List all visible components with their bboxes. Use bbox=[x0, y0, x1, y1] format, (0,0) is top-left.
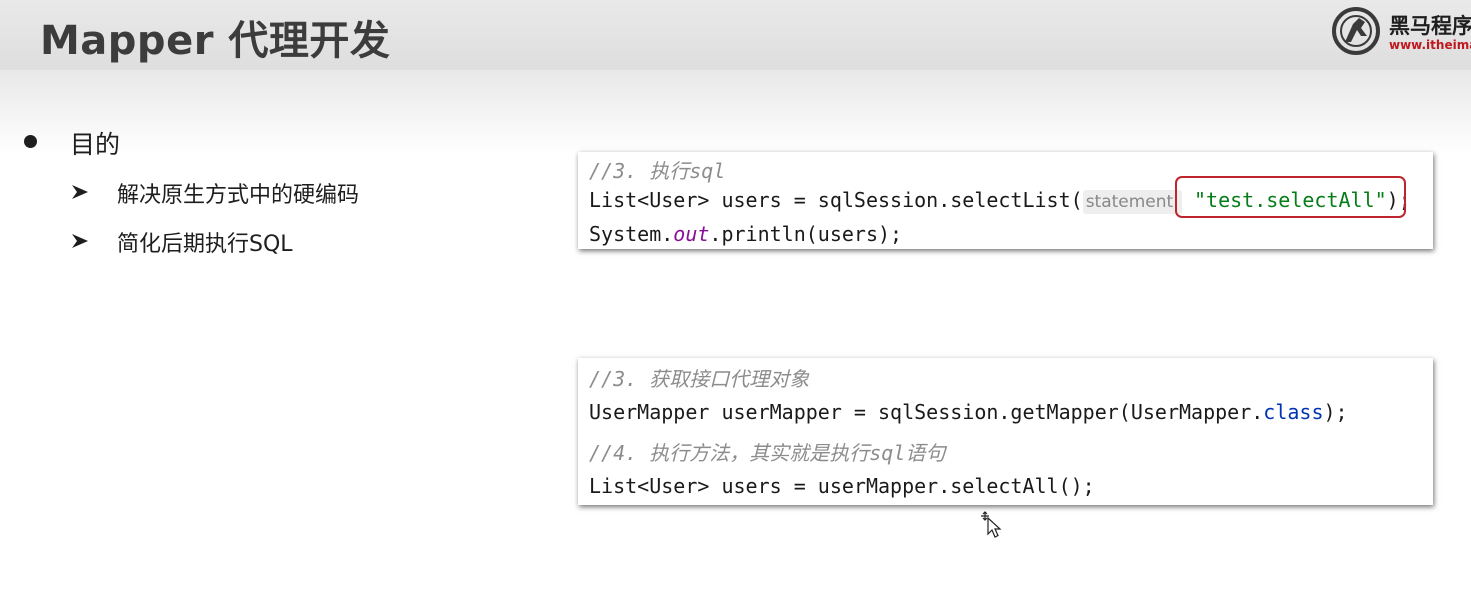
logo-name: 黑马程序 bbox=[1389, 14, 1471, 38]
bullet-dot-icon bbox=[24, 135, 37, 148]
header-fade bbox=[0, 70, 1471, 155]
code-block-sqlsession: //3. 执行sql List<User> users = sqlSession… bbox=[578, 152, 1433, 249]
code-line-getmapper: UserMapper userMapper = sqlSession.getMa… bbox=[589, 400, 1348, 424]
move-cursor-icon bbox=[981, 511, 1002, 538]
code-text: ); bbox=[1323, 400, 1348, 424]
itheima-logo: 黑马程序 www.itheima.c bbox=[1331, 4, 1471, 58]
horse-logo-icon bbox=[1332, 7, 1380, 55]
parameter-hint: statement: bbox=[1082, 190, 1182, 214]
highlight-box bbox=[1175, 176, 1406, 218]
code-comment: //4. 执行方法，其实就是执行sql语句 bbox=[589, 441, 946, 465]
logo-url: www.itheima.c bbox=[1389, 38, 1471, 52]
bullet-heading: 目的 bbox=[70, 130, 121, 159]
code-field: out bbox=[673, 222, 710, 246]
code-line-println: System.out.println(users); bbox=[589, 222, 902, 246]
code-text: .println(users); bbox=[709, 222, 903, 246]
arrow-bullet-icon bbox=[72, 234, 88, 248]
code-line-selectall: List<User> users = userMapper.selectAll(… bbox=[589, 474, 1095, 498]
sub-item-simplify: 简化后期执行SQL bbox=[117, 232, 293, 257]
code-text: System. bbox=[589, 222, 674, 246]
code-comment: //3. 获取接口代理对象 bbox=[589, 367, 810, 391]
page-title: Mapper 代理开发 bbox=[40, 18, 391, 64]
code-block-mapper: //3. 获取接口代理对象 UserMapper userMapper = sq… bbox=[578, 358, 1433, 505]
slide-header: Mapper 代理开发 黑马程序 www.itheima.c bbox=[0, 0, 1471, 71]
arrow-bullet-icon bbox=[72, 185, 88, 199]
code-comment: //3. 执行sql bbox=[589, 159, 726, 183]
code-text: UserMapper userMapper = sqlSession.getMa… bbox=[589, 400, 1264, 424]
code-keyword: class bbox=[1263, 400, 1324, 424]
code-text: List<User> users = sqlSession.selectList… bbox=[589, 188, 1083, 212]
sub-item-hardcode: 解决原生方式中的硬编码 bbox=[117, 183, 360, 208]
